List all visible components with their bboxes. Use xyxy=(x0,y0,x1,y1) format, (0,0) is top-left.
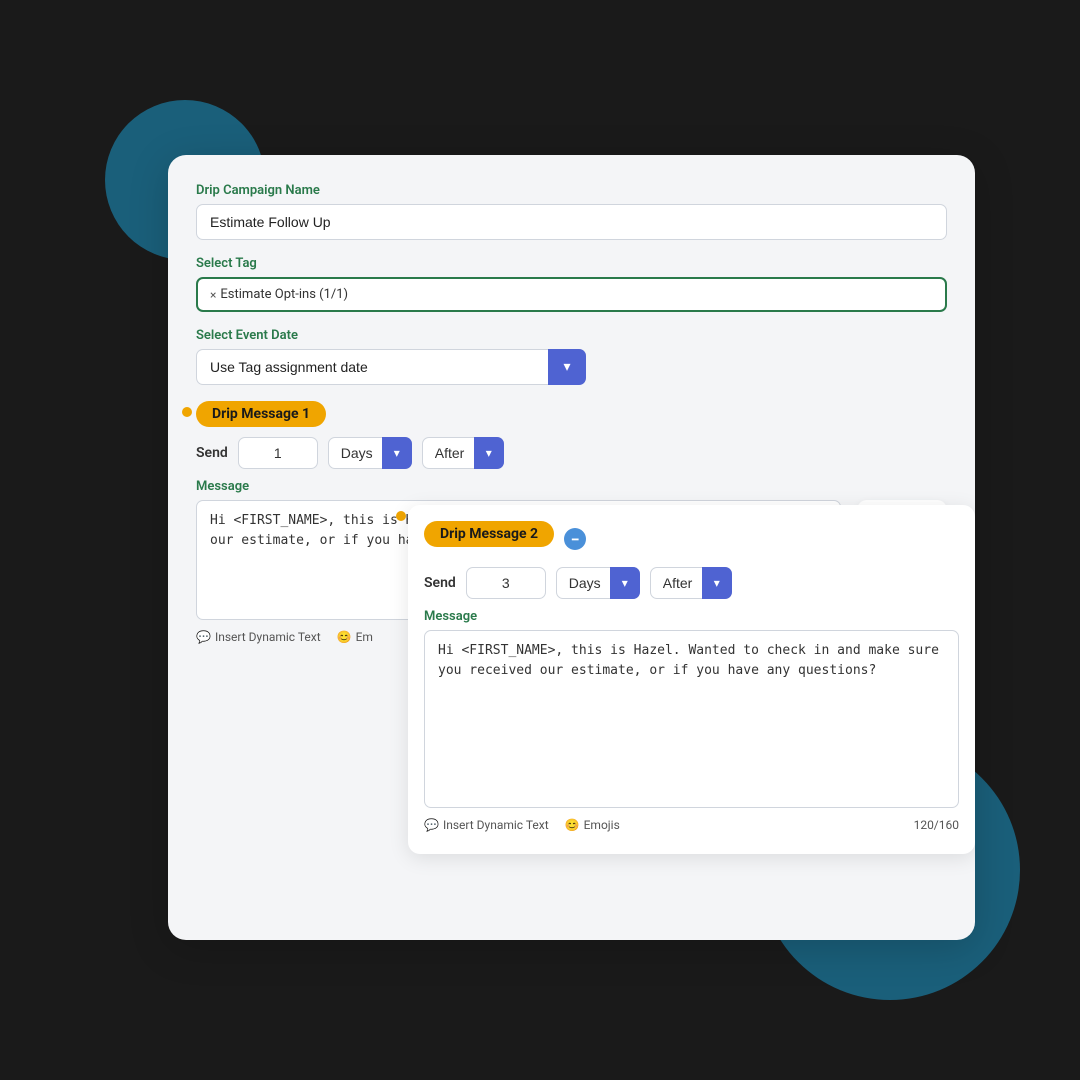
drip-campaign-name-label: Drip Campaign Name xyxy=(196,183,947,198)
drip-1-insert-dynamic-text-btn[interactable]: 💬 Insert Dynamic Text xyxy=(196,630,321,644)
drip-2-send-row: Send Days ▾ After ▾ xyxy=(424,567,959,599)
tag-chip-value: Estimate Opt-ins (1/1) xyxy=(220,287,348,302)
drip-2-message-label: Message xyxy=(424,609,959,624)
drip-1-send-row: Send Days ▾ After ▾ xyxy=(196,437,947,469)
drip-2-dot xyxy=(396,511,406,521)
drip-2-insert-dynamic-text-btn[interactable]: 💬 Insert Dynamic Text xyxy=(424,818,549,832)
drip-message-1-badge: Drip Message 1 xyxy=(196,401,326,427)
drip-2-header: Drip Message 2 − xyxy=(424,521,959,557)
select-event-date-label: Select Event Date xyxy=(196,328,947,343)
drip-1-message-label: Message xyxy=(196,479,947,494)
drip-2-after-select[interactable]: After xyxy=(650,567,732,599)
drip-1-after-select[interactable]: After xyxy=(422,437,504,469)
tag-input-field[interactable]: × Estimate Opt-ins (1/1) xyxy=(196,277,947,312)
select-tag-group: Select Tag × Estimate Opt-ins (1/1) xyxy=(196,256,947,312)
drip-2-days-wrapper: Days ▾ xyxy=(556,567,640,599)
event-date-select-wrapper: Use Tag assignment date ▾ xyxy=(196,349,586,385)
emoji-icon: 😊 xyxy=(337,630,352,644)
drip-message-2-card: Drip Message 2 − Send Days ▾ After ▾ Mes… xyxy=(408,505,975,854)
main-form-card: Drip Campaign Name Select Tag × Estimate… xyxy=(168,155,975,940)
select-tag-label: Select Tag xyxy=(196,256,947,271)
drip-1-days-wrapper: Days ▾ xyxy=(328,437,412,469)
drip-2-days-select[interactable]: Days xyxy=(556,567,640,599)
emoji-icon-2: 😊 xyxy=(565,818,580,832)
drip-1-emojis-btn[interactable]: 😊 Em xyxy=(337,630,373,644)
drip-2-send-number-input[interactable] xyxy=(466,567,546,599)
drip-message-2-badge: Drip Message 2 xyxy=(424,521,554,547)
event-date-select[interactable]: Use Tag assignment date xyxy=(196,349,586,385)
drip-campaign-name-group: Drip Campaign Name xyxy=(196,183,947,240)
drip-campaign-name-input[interactable] xyxy=(196,204,947,240)
drip-2-message-textarea[interactable]: Hi <FIRST_NAME>, this is Hazel. Wanted t… xyxy=(424,630,959,808)
drip-1-footer-left: 💬 Insert Dynamic Text 😊 Em xyxy=(196,630,373,644)
drip-2-after-wrapper: After ▾ xyxy=(650,567,732,599)
drip-2-message-footer: 💬 Insert Dynamic Text 😊 Emojis 120/160 xyxy=(424,812,959,838)
select-event-date-group: Select Event Date Use Tag assignment dat… xyxy=(196,328,947,385)
drip-1-days-select[interactable]: Days xyxy=(328,437,412,469)
drip-2-remove-button[interactable]: − xyxy=(564,528,586,550)
chat-icon: 💬 xyxy=(196,630,211,644)
tag-chip: × Estimate Opt-ins (1/1) xyxy=(210,287,348,302)
chat-icon-2: 💬 xyxy=(424,818,439,832)
char-count: 120/160 xyxy=(914,818,959,832)
drip-2-send-label: Send xyxy=(424,575,456,591)
drip-1-send-number-input[interactable] xyxy=(238,437,318,469)
drip-1-dot xyxy=(182,407,192,417)
drip-2-footer-left: 💬 Insert Dynamic Text 😊 Emojis xyxy=(424,818,620,832)
tag-remove-button[interactable]: × xyxy=(210,288,216,302)
drip-1-send-label: Send xyxy=(196,445,228,461)
drip-2-emojis-btn[interactable]: 😊 Emojis xyxy=(565,818,620,832)
drip-1-emojis-label: Em xyxy=(356,630,373,644)
drip-1-after-wrapper: After ▾ xyxy=(422,437,504,469)
